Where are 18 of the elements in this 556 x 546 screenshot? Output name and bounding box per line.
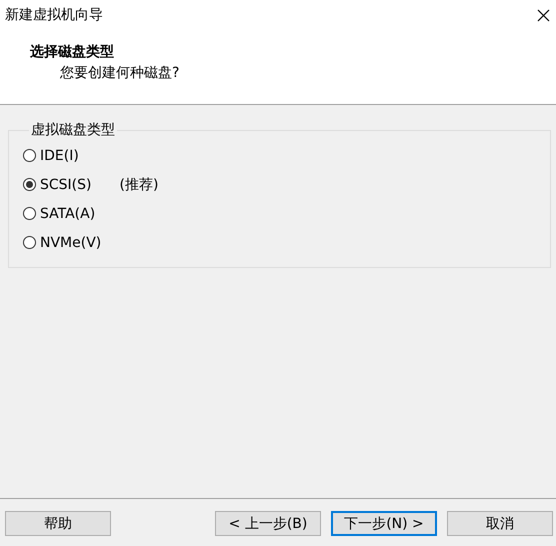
wizard-button[interactable]: 帮助 [5, 511, 111, 536]
radio-button[interactable] [23, 149, 36, 162]
radio-button[interactable] [23, 207, 36, 220]
radio-option[interactable]: SATA(A) [23, 206, 96, 222]
recommended-note: (推荐) [120, 176, 158, 194]
radio-option[interactable]: NVMe(V) [23, 234, 102, 250]
close-icon[interactable] [537, 8, 550, 22]
group-label: 虚拟磁盘类型 [30, 121, 116, 139]
page-subtitle: 您要创建何种磁盘? [59, 64, 180, 83]
wizard-button[interactable]: 下一步(N) > [331, 511, 437, 536]
window-title: 新建虚拟机向导 [5, 6, 103, 24]
radio-option[interactable]: IDE(I) [23, 148, 79, 164]
page-title: 选择磁盘类型 [30, 43, 115, 62]
radio-button[interactable] [23, 178, 36, 191]
wizard-button[interactable]: < 上一步(B) [215, 511, 321, 536]
radio-option[interactable]: SCSI(S) [23, 176, 92, 192]
radio-button[interactable] [23, 236, 36, 249]
wizard-button[interactable]: 取消 [447, 511, 553, 536]
